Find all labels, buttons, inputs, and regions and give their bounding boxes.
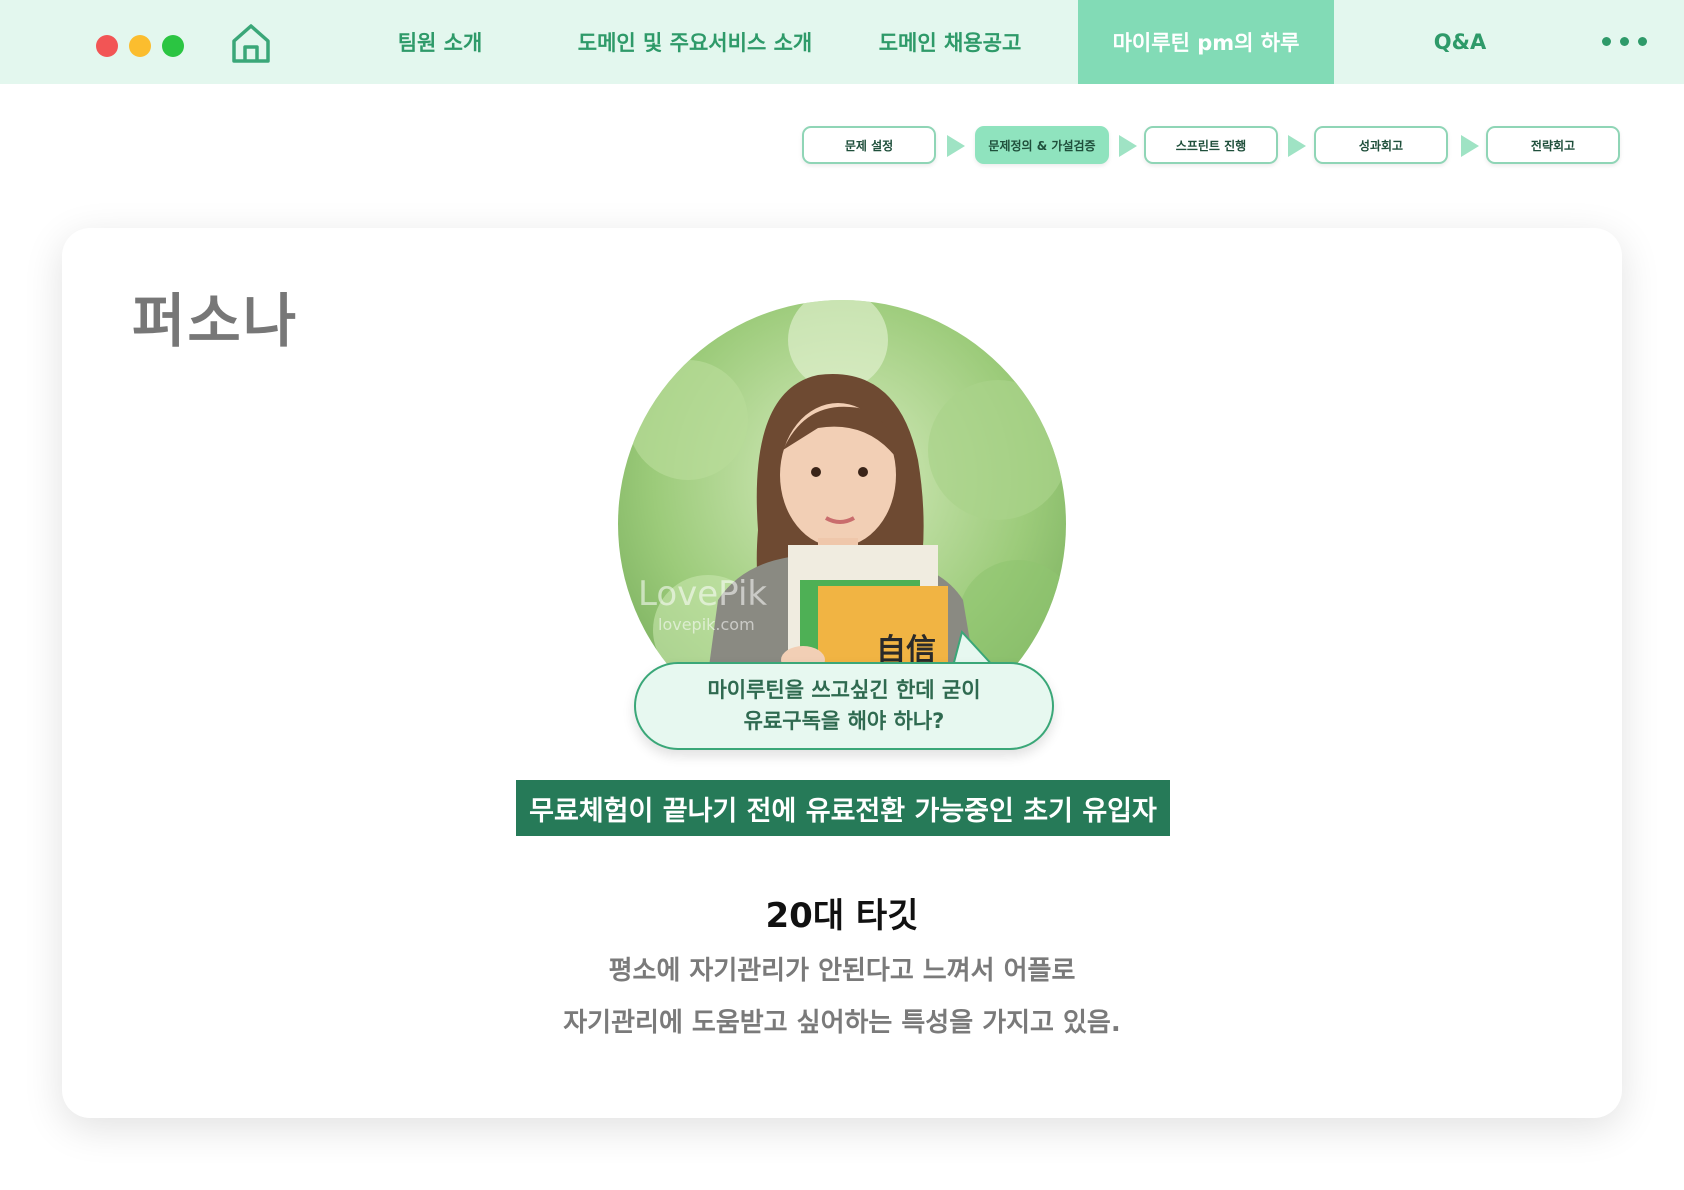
top-nav-bar: 팀원 소개 도메인 및 주요서비스 소개 도메인 채용공고 마이루틴 pm의 하… (0, 0, 1684, 84)
window-controls (96, 35, 184, 57)
home-icon[interactable] (230, 22, 272, 64)
nav-item-domain-services[interactable]: 도메인 및 주요서비스 소개 (570, 0, 820, 84)
speech-bubble: 마이루틴을 쓰고싶긴 한데 굳이 유료구독을 해야 하나? (634, 662, 1054, 750)
photo-watermark-url: lovepik.com (658, 615, 755, 634)
zoom-window-button[interactable] (162, 35, 184, 57)
step-sprint[interactable]: 스프린트 진행 (1144, 126, 1278, 164)
persona-card: 퍼소나 自信 LovePik lovepik.com 마이루틴을 쓰고싶긴 한데… (62, 228, 1622, 1118)
speech-bubble-line-2: 유료구독을 해야 하나? (743, 709, 945, 733)
speech-bubble-line-1: 마이루틴을 쓰고싶긴 한데 굳이 (707, 678, 981, 702)
persona-description-line-1: 평소에 자기관리가 안된다고 느껴서 어플로 (608, 956, 1076, 986)
target-heading: 20대 타깃 (765, 896, 919, 936)
step-arrow-icon (947, 135, 965, 157)
persona-banner: 무료체험이 끝나기 전에 유료전환 가능중인 초기 유입자 (516, 780, 1170, 836)
nav-item-domain-jobs[interactable]: 도메인 채용공고 (860, 0, 1040, 84)
step-problem-setting[interactable]: 문제 설정 (802, 126, 936, 164)
step-arrow-icon (1119, 135, 1137, 157)
nav-item-team[interactable]: 팀원 소개 (375, 0, 505, 84)
nav-item-qna[interactable]: Q&A (1400, 0, 1520, 84)
page-title: 퍼소나 (132, 287, 299, 355)
close-window-button[interactable] (96, 35, 118, 57)
nav-item-pm-day[interactable]: 마이루틴 pm의 하루 (1078, 0, 1334, 84)
minimize-window-button[interactable] (129, 35, 151, 57)
step-arrow-icon (1288, 135, 1306, 157)
step-performance-review[interactable]: 성과회고 (1314, 126, 1448, 164)
step-arrow-icon (1461, 135, 1479, 157)
photo-watermark: LovePik (638, 574, 767, 614)
step-strategy-review[interactable]: 전략회고 (1486, 126, 1620, 164)
persona-description-line-2: 자기관리에 도움받고 싶어하는 특성을 가지고 있음. (563, 1008, 1121, 1038)
more-dots-icon[interactable] (1602, 34, 1652, 48)
step-problem-definition[interactable]: 문제정의 & 가설검증 (975, 126, 1109, 164)
